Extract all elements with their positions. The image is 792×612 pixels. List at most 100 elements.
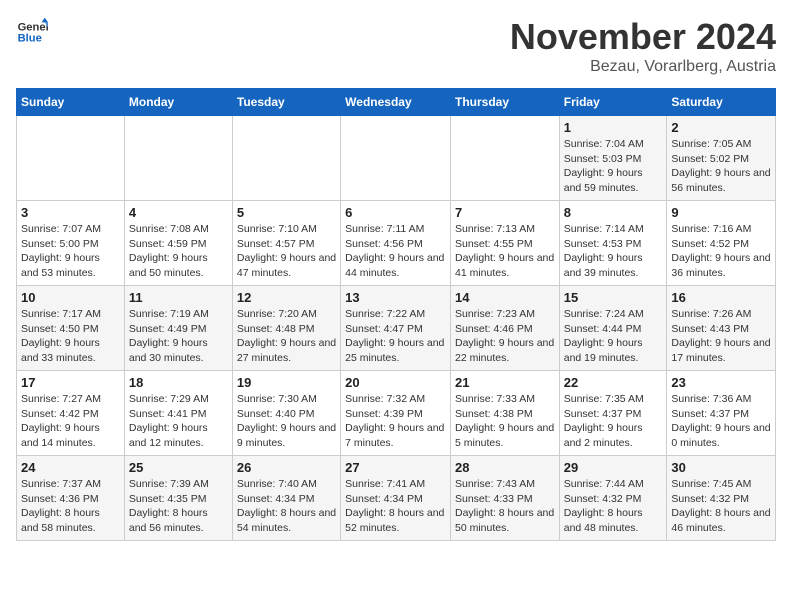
day-number: 10 [21, 290, 120, 305]
day-info: Sunrise: 7:13 AM Sunset: 4:55 PM Dayligh… [455, 222, 555, 281]
day-number: 12 [237, 290, 336, 305]
calendar-cell: 30 Sunrise: 7:45 AM Sunset: 4:32 PM Dayli… [667, 456, 776, 541]
calendar-cell: 18 Sunrise: 7:29 AM Sunset: 4:41 PM Dayli… [124, 371, 232, 456]
calendar-week-row: 17 Sunrise: 7:27 AM Sunset: 4:42 PM Dayli… [17, 371, 776, 456]
day-number: 29 [564, 460, 663, 475]
logo: General Blue [16, 16, 48, 48]
day-number: 15 [564, 290, 663, 305]
col-header-sunday: Sunday [17, 89, 125, 116]
month-title: November 2024 [510, 16, 776, 58]
calendar-cell: 16 Sunrise: 7:26 AM Sunset: 4:43 PM Dayli… [667, 286, 776, 371]
title-area: November 2024 Bezau, Vorarlberg, Austria [510, 16, 776, 76]
calendar-cell: 3 Sunrise: 7:07 AM Sunset: 5:00 PM Daylig… [17, 201, 125, 286]
calendar-cell: 25 Sunrise: 7:39 AM Sunset: 4:35 PM Dayli… [124, 456, 232, 541]
calendar-cell: 26Sunrise: 7:40 AM Sunset: 4:34 PM Dayli… [232, 456, 340, 541]
day-number: 18 [129, 375, 228, 390]
col-header-tuesday: Tuesday [232, 89, 340, 116]
day-number: 24 [21, 460, 120, 475]
day-info: Sunrise: 7:32 AM Sunset: 4:39 PM Dayligh… [345, 392, 446, 451]
day-number: 27 [345, 460, 446, 475]
day-info: Sunrise: 7:17 AM Sunset: 4:50 PM Dayligh… [21, 307, 120, 366]
day-number: 17 [21, 375, 120, 390]
calendar-cell: 15 Sunrise: 7:24 AM Sunset: 4:44 PM Dayli… [559, 286, 667, 371]
day-number: 26 [237, 460, 336, 475]
day-info: Sunrise: 7:37 AM Sunset: 4:36 PM Dayligh… [21, 477, 120, 536]
calendar-cell: 9 Sunrise: 7:16 AM Sunset: 4:52 PM Daylig… [667, 201, 776, 286]
day-info: Sunrise: 7:43 AM Sunset: 4:33 PM Dayligh… [455, 477, 555, 536]
day-info: Sunrise: 7:36 AM Sunset: 4:37 PM Dayligh… [671, 392, 771, 451]
calendar-cell [17, 116, 125, 201]
calendar-cell: 2 Sunrise: 7:05 AM Sunset: 5:02 PM Daylig… [667, 116, 776, 201]
calendar-cell [341, 116, 451, 201]
day-number: 9 [671, 205, 771, 220]
day-number: 22 [564, 375, 663, 390]
calendar-week-row: 1Sunrise: 7:04 AM Sunset: 5:03 PM Daylig… [17, 116, 776, 201]
calendar-cell: 17 Sunrise: 7:27 AM Sunset: 4:42 PM Dayli… [17, 371, 125, 456]
day-number: 13 [345, 290, 446, 305]
calendar-header-row: SundayMondayTuesdayWednesdayThursdayFrid… [17, 89, 776, 116]
day-info: Sunrise: 7:35 AM Sunset: 4:37 PM Dayligh… [564, 392, 663, 451]
day-info: Sunrise: 7:27 AM Sunset: 4:42 PM Dayligh… [21, 392, 120, 451]
day-info: Sunrise: 7:26 AM Sunset: 4:43 PM Dayligh… [671, 307, 771, 366]
day-number: 6 [345, 205, 446, 220]
day-number: 8 [564, 205, 663, 220]
day-info: Sunrise: 7:30 AM Sunset: 4:40 PM Dayligh… [237, 392, 336, 451]
calendar-cell: 14Sunrise: 7:23 AM Sunset: 4:46 PM Dayli… [450, 286, 559, 371]
day-info: Sunrise: 7:20 AM Sunset: 4:48 PM Dayligh… [237, 307, 336, 366]
calendar-week-row: 24 Sunrise: 7:37 AM Sunset: 4:36 PM Dayli… [17, 456, 776, 541]
logo-icon: General Blue [16, 16, 48, 48]
day-number: 5 [237, 205, 336, 220]
calendar-cell: 13 Sunrise: 7:22 AM Sunset: 4:47 PM Dayli… [341, 286, 451, 371]
day-info: Sunrise: 7:45 AM Sunset: 4:32 PM Dayligh… [671, 477, 771, 536]
day-info: Sunrise: 7:39 AM Sunset: 4:35 PM Dayligh… [129, 477, 228, 536]
calendar-cell [232, 116, 340, 201]
calendar-cell: 23 Sunrise: 7:36 AM Sunset: 4:37 PM Dayli… [667, 371, 776, 456]
day-number: 2 [671, 120, 771, 135]
day-info: Sunrise: 7:16 AM Sunset: 4:52 PM Dayligh… [671, 222, 771, 281]
calendar-cell: 19Sunrise: 7:30 AM Sunset: 4:40 PM Dayli… [232, 371, 340, 456]
day-number: 16 [671, 290, 771, 305]
calendar-cell: 10 Sunrise: 7:17 AM Sunset: 4:50 PM Dayli… [17, 286, 125, 371]
calendar-cell: 11Sunrise: 7:19 AM Sunset: 4:49 PM Dayli… [124, 286, 232, 371]
calendar-cell: 1Sunrise: 7:04 AM Sunset: 5:03 PM Daylig… [559, 116, 667, 201]
day-info: Sunrise: 7:05 AM Sunset: 5:02 PM Dayligh… [671, 137, 771, 196]
day-number: 23 [671, 375, 771, 390]
calendar-week-row: 3 Sunrise: 7:07 AM Sunset: 5:00 PM Daylig… [17, 201, 776, 286]
calendar-cell: 12 Sunrise: 7:20 AM Sunset: 4:48 PM Dayli… [232, 286, 340, 371]
day-number: 25 [129, 460, 228, 475]
day-info: Sunrise: 7:33 AM Sunset: 4:38 PM Dayligh… [455, 392, 555, 451]
col-header-saturday: Saturday [667, 89, 776, 116]
day-info: Sunrise: 7:24 AM Sunset: 4:44 PM Dayligh… [564, 307, 663, 366]
calendar-week-row: 10 Sunrise: 7:17 AM Sunset: 4:50 PM Dayli… [17, 286, 776, 371]
calendar-cell: 4 Sunrise: 7:08 AM Sunset: 4:59 PM Daylig… [124, 201, 232, 286]
calendar-cell [450, 116, 559, 201]
calendar-cell: 6Sunrise: 7:11 AM Sunset: 4:56 PM Daylig… [341, 201, 451, 286]
calendar-cell: 27 Sunrise: 7:41 AM Sunset: 4:34 PM Dayli… [341, 456, 451, 541]
day-info: Sunrise: 7:29 AM Sunset: 4:41 PM Dayligh… [129, 392, 228, 451]
col-header-monday: Monday [124, 89, 232, 116]
day-info: Sunrise: 7:08 AM Sunset: 4:59 PM Dayligh… [129, 222, 228, 281]
day-number: 30 [671, 460, 771, 475]
day-info: Sunrise: 7:10 AM Sunset: 4:57 PM Dayligh… [237, 222, 336, 281]
day-info: Sunrise: 7:44 AM Sunset: 4:32 PM Dayligh… [564, 477, 663, 536]
day-info: Sunrise: 7:22 AM Sunset: 4:47 PM Dayligh… [345, 307, 446, 366]
day-number: 11 [129, 290, 228, 305]
day-info: Sunrise: 7:14 AM Sunset: 4:53 PM Dayligh… [564, 222, 663, 281]
calendar-cell: 8 Sunrise: 7:14 AM Sunset: 4:53 PM Daylig… [559, 201, 667, 286]
calendar-cell: 22 Sunrise: 7:35 AM Sunset: 4:37 PM Dayli… [559, 371, 667, 456]
calendar-table: SundayMondayTuesdayWednesdayThursdayFrid… [16, 88, 776, 541]
day-number: 20 [345, 375, 446, 390]
day-info: Sunrise: 7:07 AM Sunset: 5:00 PM Dayligh… [21, 222, 120, 281]
day-number: 3 [21, 205, 120, 220]
location-subtitle: Bezau, Vorarlberg, Austria [510, 58, 776, 76]
day-number: 28 [455, 460, 555, 475]
calendar-cell: 29 Sunrise: 7:44 AM Sunset: 4:32 PM Dayli… [559, 456, 667, 541]
day-number: 7 [455, 205, 555, 220]
col-header-thursday: Thursday [450, 89, 559, 116]
calendar-cell: 20 Sunrise: 7:32 AM Sunset: 4:39 PM Dayli… [341, 371, 451, 456]
day-info: Sunrise: 7:41 AM Sunset: 4:34 PM Dayligh… [345, 477, 446, 536]
day-number: 1 [564, 120, 663, 135]
day-number: 4 [129, 205, 228, 220]
col-header-wednesday: Wednesday [341, 89, 451, 116]
svg-text:Blue: Blue [18, 33, 42, 45]
